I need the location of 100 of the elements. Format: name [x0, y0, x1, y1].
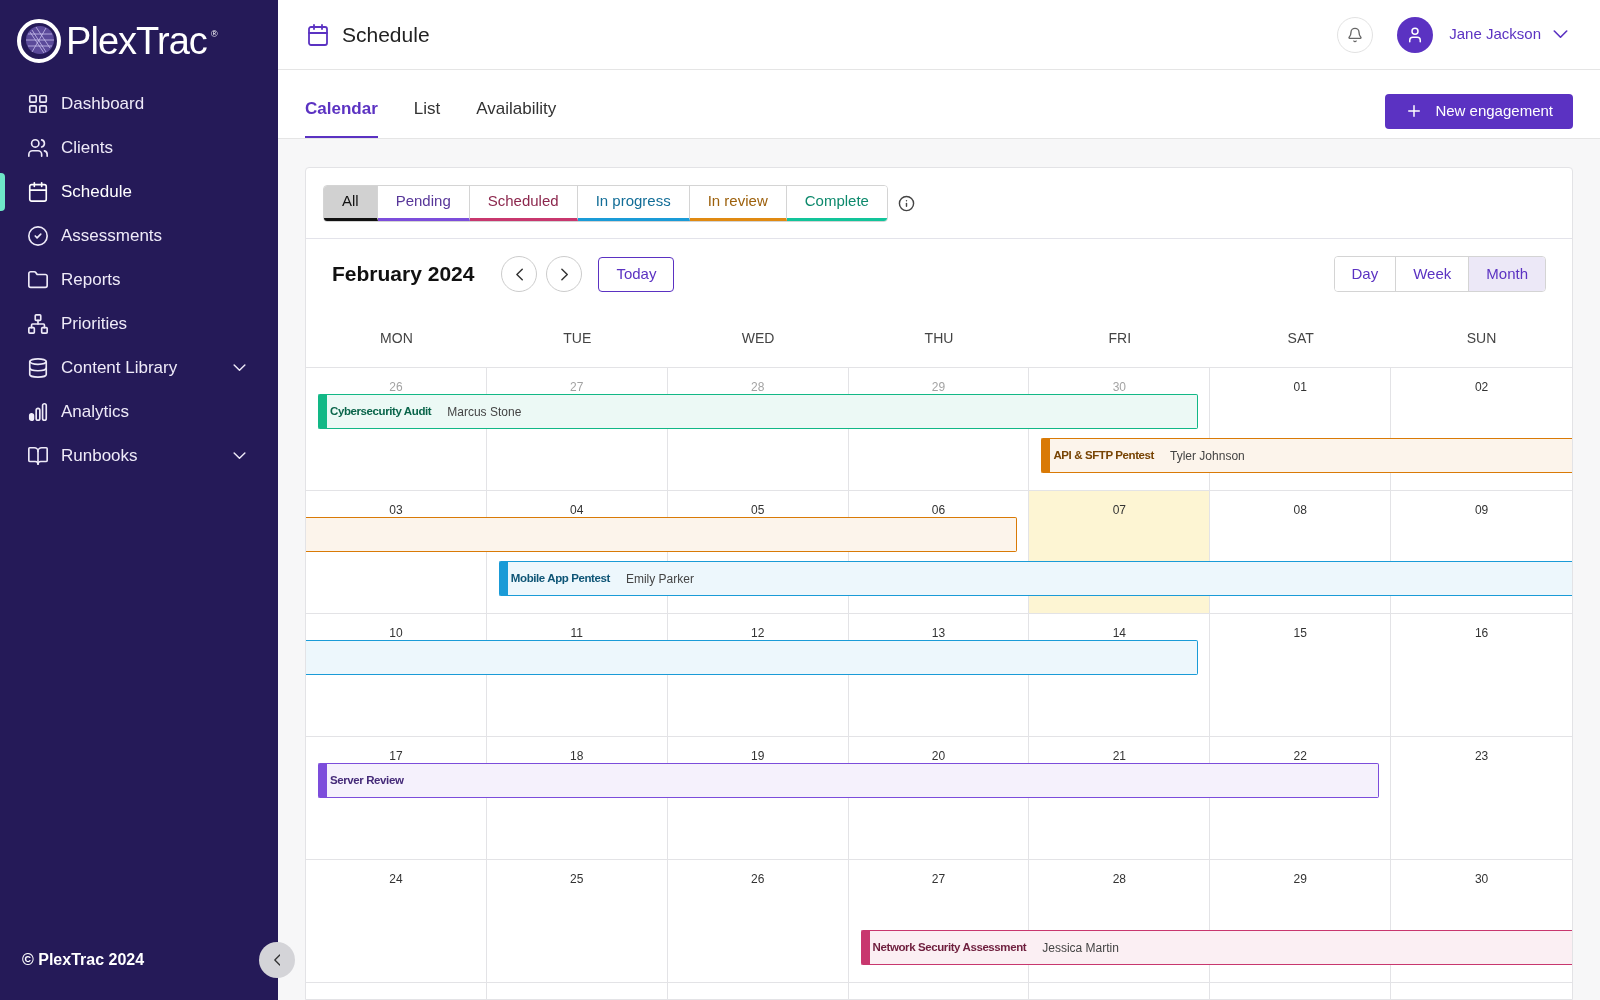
sidebar-item[interactable]: Dashboard [5, 82, 278, 126]
check-circle-icon [27, 225, 49, 247]
event-bar[interactable] [1390, 930, 1572, 965]
day-number: 22 [1293, 748, 1307, 765]
sidebar-item[interactable]: Analytics [5, 390, 278, 434]
day-number: 01 [1293, 379, 1307, 396]
status-filter[interactable]: In review [689, 185, 787, 221]
today-button[interactable]: Today [598, 256, 675, 292]
new-engagement-button[interactable]: New engagement [1385, 93, 1573, 129]
weekday-label: TUE [563, 328, 592, 348]
event-title: Mobile App Pentest [510, 570, 610, 586]
day-number: 04 [570, 502, 584, 519]
book-icon [27, 445, 49, 467]
hierarchy-icon [27, 313, 49, 335]
event-accent [319, 764, 327, 797]
event-bar[interactable] [318, 394, 488, 429]
weekday-label: SAT [1287, 328, 1314, 348]
day-number: 27 [931, 871, 946, 888]
chevron-right-icon [560, 267, 568, 281]
sidebar-item[interactable]: Runbooks [5, 434, 278, 478]
status-filter[interactable]: All [324, 185, 378, 221]
month-title: February 2024 [332, 261, 475, 288]
sidebar-item[interactable]: Assessments [5, 214, 278, 258]
day-number: 24 [389, 871, 403, 888]
status-filter[interactable]: Complete [786, 185, 887, 221]
view-tab[interactable]: Availability [476, 82, 557, 138]
sidebar-item[interactable]: Clients [5, 126, 278, 170]
database-icon [27, 357, 49, 379]
users-icon [27, 137, 49, 159]
weekday-label: MON [380, 328, 413, 348]
chevron-left-icon [273, 954, 281, 966]
event-bar[interactable] [318, 763, 488, 798]
day-number: 28 [1112, 871, 1127, 888]
weekday-label: THU [924, 328, 954, 348]
status-filter[interactable]: Pending [377, 185, 470, 221]
copyright: © PlexTrac 2024 [22, 950, 145, 970]
day-number: 26 [750, 871, 765, 888]
day-number: 08 [1293, 502, 1307, 519]
page-title: Schedule [342, 21, 430, 48]
day-number: 15 [1293, 625, 1307, 642]
event-bar[interactable] [1209, 763, 1380, 798]
day-number: 19 [750, 748, 765, 765]
weekday-label: WED [741, 328, 775, 348]
day-number: 30 [1112, 379, 1127, 396]
sidebar-item[interactable]: Priorities [5, 302, 278, 346]
calendar-icon [27, 181, 49, 203]
registered-mark: ® [210, 28, 218, 41]
event-title: Network Security Assessment [872, 939, 1027, 955]
day-number: 25 [570, 871, 584, 888]
day-number: 06 [931, 502, 946, 519]
bar-chart-icon [27, 401, 49, 423]
chevron-down-icon [233, 364, 246, 372]
bell-icon [1347, 26, 1364, 43]
day-number: 20 [931, 748, 946, 765]
day-number: 27 [570, 379, 584, 396]
weekday-label: SUN [1466, 328, 1497, 348]
event-person: Emily Parker [625, 570, 694, 588]
event-accent [1042, 439, 1051, 472]
day-number: 18 [570, 748, 584, 765]
status-filter[interactable]: Scheduled [469, 185, 578, 221]
day-number: 23 [1474, 748, 1489, 765]
chevron-down-icon [233, 452, 246, 460]
event-title: Server Review [330, 772, 404, 788]
day-number: 05 [750, 502, 765, 519]
status-filter[interactable]: In progress [577, 185, 690, 221]
day-number: 26 [389, 379, 403, 396]
event-person: Jessica Martin [1042, 939, 1119, 957]
view-tab[interactable]: List [413, 82, 441, 138]
day-number: 29 [931, 379, 946, 396]
folder-icon [27, 269, 49, 291]
event-person: Marcus Stone [447, 403, 522, 421]
event-accent [319, 395, 327, 428]
day-number: 29 [1293, 871, 1307, 888]
event-bar[interactable] [860, 930, 1031, 965]
collapse-button[interactable] [259, 942, 295, 978]
day-number: 07 [1112, 502, 1127, 519]
logo-icon [16, 18, 62, 64]
day-number: 09 [1474, 502, 1489, 519]
weekday-label: FRI [1108, 328, 1132, 348]
brand-name: PlexTrac [66, 22, 207, 60]
day-number: 03 [389, 502, 403, 519]
day-number: 12 [750, 625, 765, 642]
day-number: 21 [1112, 748, 1127, 765]
sidebar-item[interactable]: Schedule [5, 170, 278, 214]
event-person: Tyler Johnson [1170, 447, 1245, 465]
day-number: 10 [389, 625, 403, 642]
user-menu[interactable]: Jane Jackson [1449, 23, 1568, 46]
chevron-down-icon [1553, 30, 1568, 39]
event-accent [499, 562, 508, 595]
range-toggle[interactable]: Day [1334, 257, 1397, 291]
view-tab[interactable]: Calendar [305, 82, 378, 138]
event-accent [861, 931, 870, 964]
sidebar-item[interactable]: Reports [5, 258, 278, 302]
range-toggle[interactable]: Month [1469, 257, 1545, 291]
day-number: 16 [1474, 625, 1489, 642]
grid-icon [27, 93, 49, 115]
day-number: 28 [750, 379, 765, 396]
sidebar-item[interactable]: Content Library [5, 346, 278, 390]
day-number: 17 [389, 748, 403, 765]
day-number: 02 [1474, 379, 1489, 396]
